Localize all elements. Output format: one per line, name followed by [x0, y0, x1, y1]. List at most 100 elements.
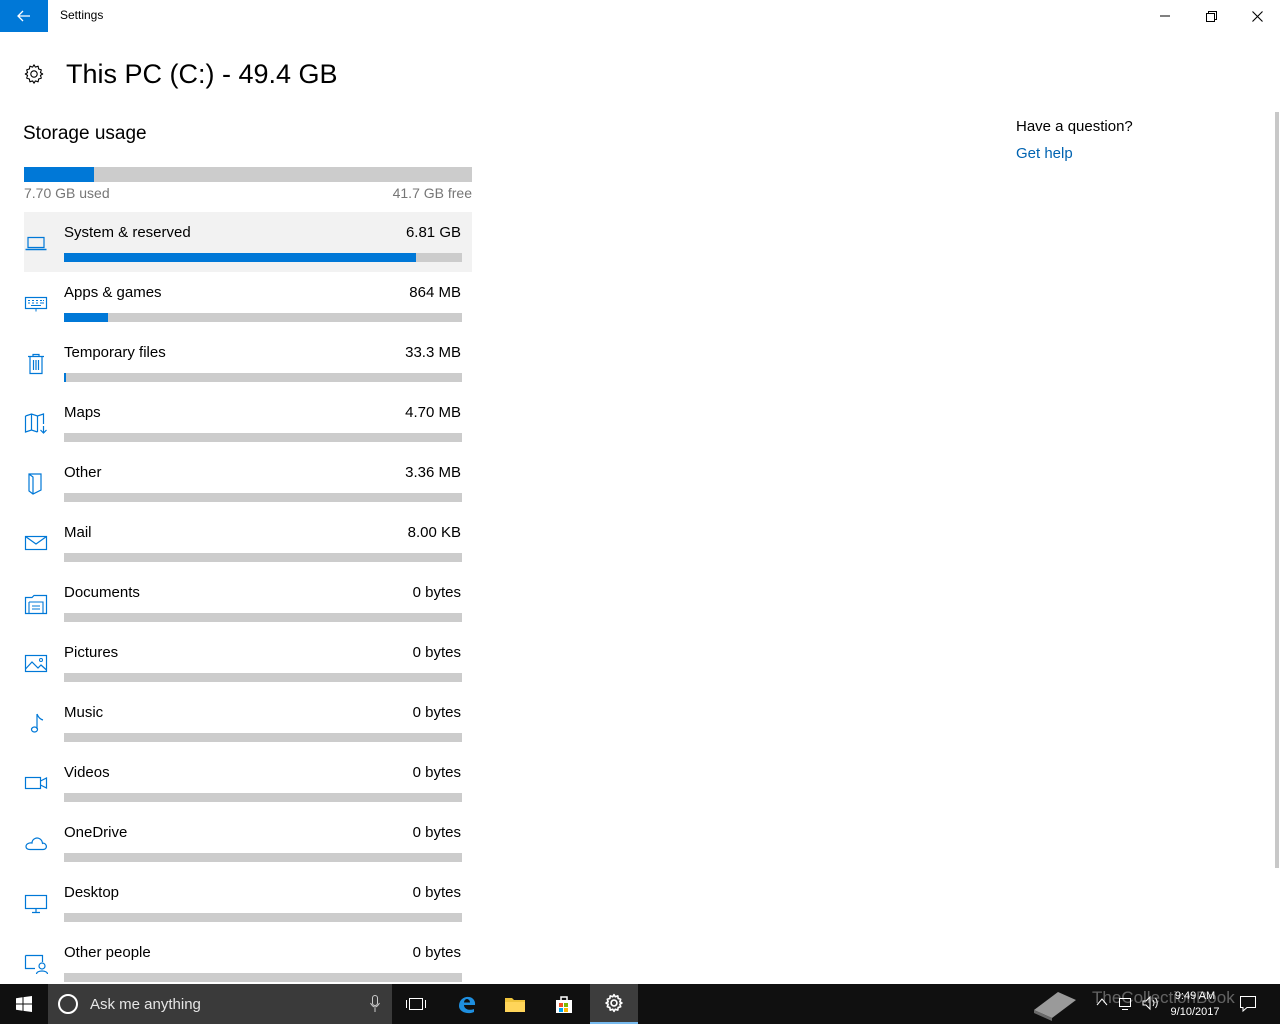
category-usage-bar — [64, 673, 462, 682]
category-size: 3.36 MB — [405, 464, 461, 481]
taskbar: Ask me anything TheCollectionBook 9:49 A… — [0, 984, 1280, 1024]
microphone-icon[interactable] — [370, 995, 380, 1013]
page-header: This PC (C:) - 49.4 GB — [23, 56, 338, 92]
scrollbar[interactable] — [1275, 112, 1279, 868]
free-label: 41.7 GB free — [392, 185, 472, 201]
page-title: This PC (C:) - 49.4 GB — [66, 58, 338, 89]
window-title: Settings — [60, 8, 104, 22]
category-size: 0 bytes — [412, 584, 461, 601]
category-name: Other — [64, 464, 102, 481]
category-name: Pictures — [64, 644, 119, 661]
category-usage-fill — [64, 373, 66, 382]
storage-category-item[interactable]: System & reserved 6.81 GB — [24, 212, 472, 272]
volume-icon[interactable] — [1142, 995, 1160, 1011]
category-size: 0 bytes — [412, 884, 461, 901]
category-name: Mail — [64, 524, 92, 541]
settings-app-button[interactable] — [590, 984, 638, 1024]
edge-icon — [459, 996, 476, 1014]
category-usage-bar — [64, 493, 462, 502]
storage-category-item[interactable]: Documents 0 bytes — [24, 572, 472, 632]
music-icon — [30, 713, 44, 733]
restore-icon — [1205, 10, 1217, 22]
category-name: Apps & games — [64, 284, 162, 301]
title-bar: Settings — [0, 0, 1280, 32]
show-hidden-icons-icon[interactable] — [1096, 996, 1108, 1008]
action-center-icon[interactable] — [1239, 995, 1257, 1013]
help-panel: Have a question? Get help — [1016, 118, 1133, 162]
category-name: Videos — [64, 764, 110, 781]
task-view-button[interactable] — [392, 984, 440, 1024]
get-help-link[interactable]: Get help — [1016, 145, 1133, 162]
windows-logo-icon — [16, 996, 32, 1012]
category-size: 0 bytes — [412, 944, 461, 961]
category-list: System & reserved 6.81 GB Apps & games 864 … — [24, 212, 472, 992]
category-usage-bar — [64, 733, 462, 742]
restore-button[interactable] — [1188, 0, 1234, 32]
storage-category-item[interactable]: Videos 0 bytes — [24, 752, 472, 812]
person-icon — [24, 954, 48, 975]
category-name: Temporary files — [64, 344, 166, 361]
category-name: Other people — [64, 944, 151, 961]
close-button[interactable] — [1234, 0, 1280, 32]
mail-icon — [24, 535, 48, 551]
help-question: Have a question? — [1016, 118, 1133, 135]
clock[interactable]: 9:49 AM 9/10/2017 — [1160, 988, 1230, 1020]
search-placeholder: Ask me anything — [90, 995, 201, 1013]
network-icon[interactable] — [1118, 995, 1134, 1011]
category-size: 6.81 GB — [405, 224, 461, 241]
clock-time: 9:49 AM — [1174, 990, 1216, 1002]
other-icon — [28, 473, 42, 495]
category-usage-bar — [64, 613, 462, 622]
storage-category-item[interactable]: Mail 8.00 KB — [24, 512, 472, 572]
cloud-icon — [25, 837, 47, 851]
storage-category-item[interactable]: Temporary files 33.3 MB — [24, 332, 472, 392]
storage-category-item[interactable]: Apps & games 864 MB — [24, 272, 472, 332]
edge-button[interactable] — [443, 984, 491, 1024]
storage-category-item[interactable]: Music 0 bytes — [24, 692, 472, 752]
storage-category-item[interactable]: Other people 0 bytes — [24, 932, 472, 992]
category-size: 864 MB — [409, 284, 461, 301]
category-size: 8.00 KB — [407, 524, 461, 541]
trash-icon — [28, 353, 44, 375]
category-name: Maps — [64, 404, 101, 421]
search-box[interactable]: Ask me anything — [48, 984, 392, 1024]
category-name: Music — [64, 704, 104, 721]
gear-icon — [24, 64, 44, 84]
documents-icon — [24, 594, 48, 615]
storage-category-item[interactable]: Desktop 0 bytes — [24, 872, 472, 932]
category-usage-bar — [64, 253, 462, 262]
cortana-icon — [58, 994, 78, 1014]
category-usage-bar — [64, 973, 462, 982]
category-name: Desktop — [64, 884, 120, 901]
category-usage-bar — [64, 553, 462, 562]
used-label: 7.70 GB used — [24, 185, 110, 201]
pictures-icon — [24, 654, 48, 673]
storage-category-item[interactable]: OneDrive 0 bytes — [24, 812, 472, 872]
store-button[interactable] — [540, 984, 588, 1024]
task-view-icon — [406, 998, 426, 1010]
minimize-button[interactable] — [1142, 0, 1188, 32]
category-size: 4.70 MB — [405, 404, 461, 421]
laptop-icon — [25, 236, 47, 251]
category-usage-fill — [64, 253, 417, 262]
back-button[interactable] — [0, 0, 48, 32]
map-icon — [24, 413, 47, 434]
storage-category-item[interactable]: Maps 4.70 MB — [24, 392, 472, 452]
category-usage-bar — [64, 853, 462, 862]
file-explorer-button[interactable] — [491, 984, 539, 1024]
storage-category-item[interactable]: Pictures 0 bytes — [24, 632, 472, 692]
category-usage-fill — [64, 313, 108, 322]
keyboard-icon — [24, 296, 48, 312]
category-size: 0 bytes — [412, 764, 461, 781]
start-button[interactable] — [0, 984, 48, 1024]
minimize-icon — [1160, 15, 1170, 17]
book-logo-icon — [1034, 992, 1076, 1021]
storage-category-item[interactable]: Other 3.36 MB — [24, 452, 472, 512]
section-title: Storage usage — [23, 123, 147, 144]
settings-gear-icon — [605, 993, 623, 1013]
category-usage-bar — [64, 313, 462, 322]
category-usage-bar — [64, 433, 462, 442]
category-usage-bar — [64, 793, 462, 802]
folder-icon — [505, 998, 525, 1012]
category-usage-bar — [64, 913, 462, 922]
